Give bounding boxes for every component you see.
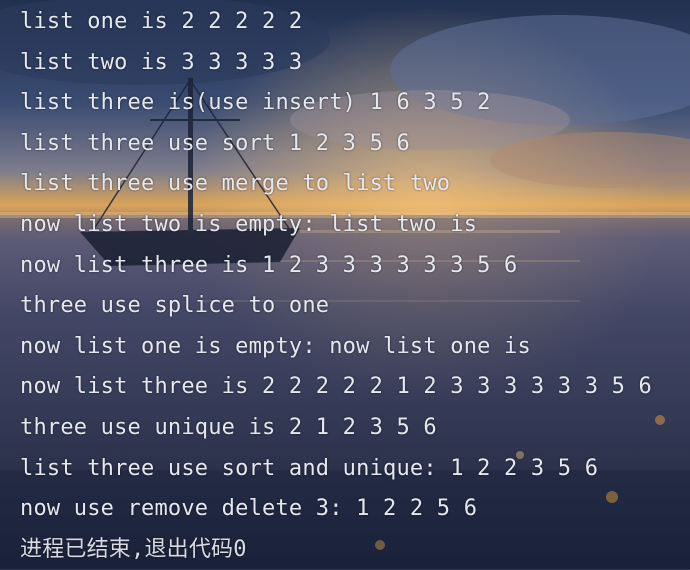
console-line: list three is(use insert) 1 6 3 5 2 bbox=[20, 90, 491, 116]
console-line: list three use merge to list two bbox=[20, 171, 451, 197]
console-line: now list one is empty: now list one is bbox=[20, 333, 531, 359]
console-line: now list three is 1 2 3 3 3 3 3 3 5 6 bbox=[20, 252, 518, 278]
process-exit-message: 进程已结束,退出代码0 bbox=[20, 536, 247, 562]
console-line: now use remove delete 3: 1 2 2 5 6 bbox=[20, 496, 478, 522]
run-console-output: list one is 2 2 2 2 2 list two is 3 3 3 … bbox=[20, 2, 690, 570]
console-line: now list three is 2 2 2 2 2 1 2 3 3 3 3 … bbox=[20, 374, 652, 400]
console-line: list one is 2 2 2 2 2 bbox=[20, 9, 303, 34]
console-line: three use splice to one bbox=[20, 293, 330, 319]
console-line: list three use sort 1 2 3 5 6 bbox=[20, 130, 410, 156]
console-line: list three use sort and unique: 1 2 2 3 … bbox=[20, 455, 599, 481]
console-line: now list two is empty: list two is bbox=[20, 211, 478, 237]
console-line: list two is 3 3 3 3 3 bbox=[20, 49, 303, 75]
console-line: three use unique is 2 1 2 3 5 6 bbox=[20, 414, 437, 440]
